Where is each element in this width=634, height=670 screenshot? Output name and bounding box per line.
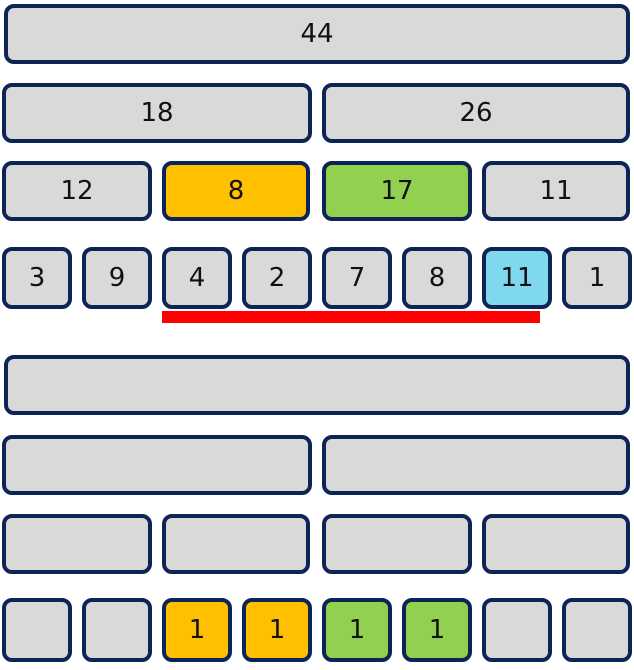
top-tree-leaf-7: 11 — [482, 247, 552, 309]
query-range-underline — [162, 311, 540, 323]
bottom-tree-level2-node-2 — [162, 514, 310, 574]
bottom-tree-leaf-7 — [482, 598, 552, 662]
top-tree-level2-node-1: 12 — [2, 161, 152, 221]
bottom-tree-level2-node-1 — [2, 514, 152, 574]
bottom-tree-leaf-1 — [2, 598, 72, 662]
bottom-tree-level1-node-2 — [322, 435, 630, 495]
top-tree-leaf-3: 4 — [162, 247, 232, 309]
top-tree-leaf-8: 1 — [562, 247, 632, 309]
top-tree-leaf-2: 9 — [82, 247, 152, 309]
bottom-tree-level2-node-4 — [482, 514, 630, 574]
top-tree-level1-node-1: 18 — [2, 83, 312, 143]
bottom-tree-level0-node-1 — [4, 355, 630, 415]
top-tree-level0-node-1: 44 — [4, 4, 630, 64]
bottom-tree-leaf-3: 1 — [162, 598, 232, 662]
top-tree-leaf-6: 8 — [402, 247, 472, 309]
bottom-tree-level2-node-3 — [322, 514, 472, 574]
segment-tree-diagram: 44 18 26 12 8 17 11 3 9 4 2 7 8 11 1 1 1 1 1 — [0, 0, 634, 670]
bottom-tree-leaf-8 — [562, 598, 632, 662]
bottom-tree-leaf-5: 1 — [322, 598, 392, 662]
top-tree-level2-node-2: 8 — [162, 161, 310, 221]
top-tree-level1-node-2: 26 — [322, 83, 630, 143]
top-tree-leaf-5: 7 — [322, 247, 392, 309]
top-tree-leaf-1: 3 — [2, 247, 72, 309]
top-tree-level2-node-4: 11 — [482, 161, 630, 221]
top-tree-level2-node-3: 17 — [322, 161, 472, 221]
bottom-tree-leaf-4: 1 — [242, 598, 312, 662]
bottom-tree-level1-node-1 — [2, 435, 312, 495]
bottom-tree-leaf-6: 1 — [402, 598, 472, 662]
bottom-tree-leaf-2 — [82, 598, 152, 662]
top-tree-leaf-4: 2 — [242, 247, 312, 309]
